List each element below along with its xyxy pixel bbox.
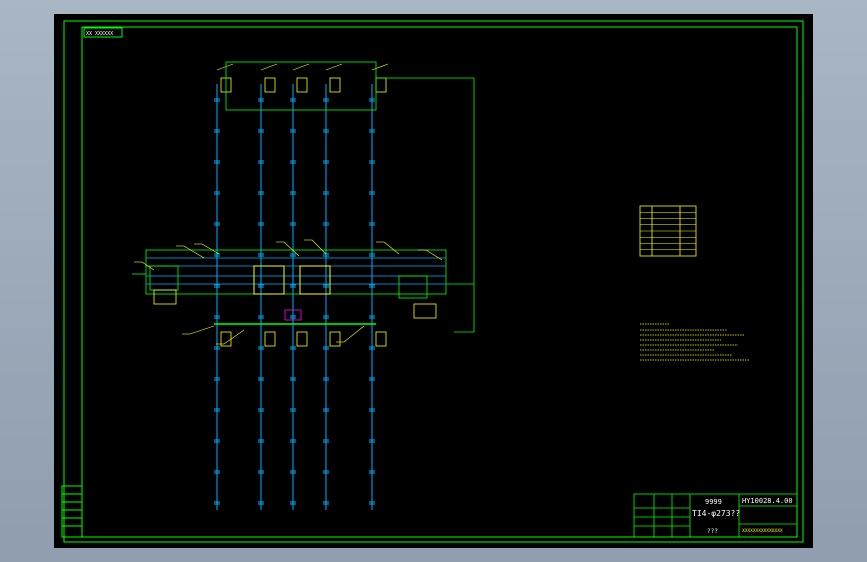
- piping-layout: [132, 61, 475, 510]
- drawing-viewport[interactable]: XX XXXXXX 9999 TI4-φ273?? ??? HY10028.4.…: [54, 14, 813, 548]
- company-name: XXXXXXXXXXXXXXX: [742, 528, 783, 534]
- technical-notes: [640, 323, 749, 361]
- drawing-code: HY10028.4.00: [742, 497, 793, 505]
- header-tag: XX XXXXXX: [86, 31, 113, 37]
- outer-frame: [63, 20, 804, 543]
- title-name-line1: 9999: [705, 498, 722, 506]
- inner-frame: [81, 26, 798, 538]
- title-bottom-text: ???: [707, 528, 718, 535]
- cad-drawing: XX XXXXXX 9999 TI4-φ273?? ??? HY10028.4.…: [61, 20, 804, 543]
- title-name-line2: TI4-φ273??: [692, 509, 740, 518]
- revision-table: [61, 485, 83, 538]
